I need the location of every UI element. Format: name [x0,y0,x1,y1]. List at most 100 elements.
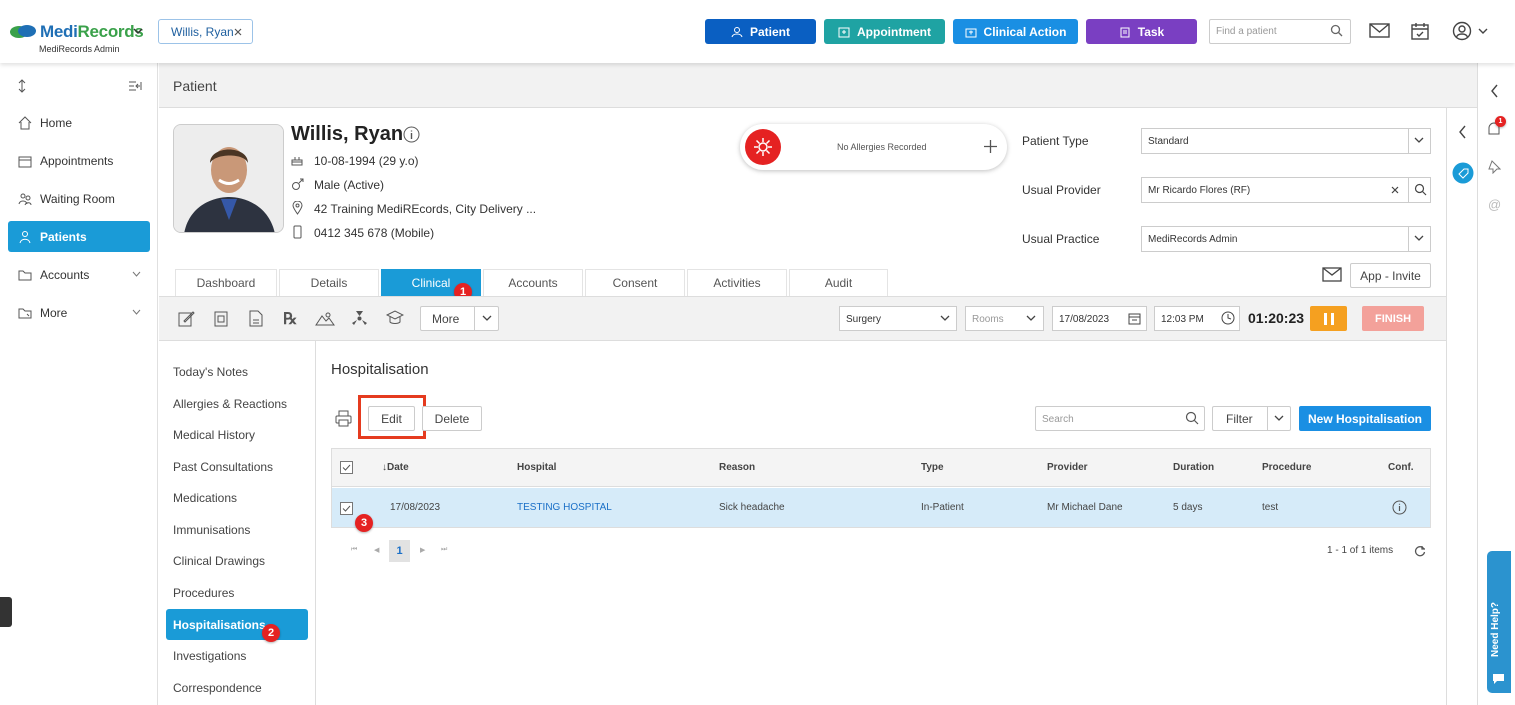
page-number[interactable]: 1 [389,540,410,562]
side-handle[interactable] [0,597,12,627]
select-all-checkbox[interactable] [340,461,353,474]
new-hospitalisation-button[interactable]: New Hospitalisation [1299,406,1431,431]
clock-icon[interactable] [1221,311,1235,325]
mountains-icon[interactable] [315,311,335,326]
collapse-menu-icon[interactable] [128,80,142,92]
calendar-check-icon[interactable] [1410,21,1430,41]
chevron-down-icon[interactable] [482,315,492,322]
sidebar-item-patients[interactable]: Patients [8,221,150,252]
tab-details[interactable]: Details [279,269,379,296]
col-duration[interactable]: Duration [1173,462,1214,473]
search-icon[interactable] [1185,411,1199,425]
cell-hospital-link[interactable]: TESTING HOSPITAL [517,502,612,513]
chevron-left-icon[interactable] [1490,84,1499,98]
tag-icon[interactable] [1452,162,1474,184]
search-icon[interactable] [1414,183,1427,196]
tab-accounts[interactable]: Accounts [483,269,583,296]
document-icon[interactable] [249,310,263,327]
chevron-down-icon[interactable] [1414,235,1424,242]
next-page-icon[interactable]: ▶ [420,546,425,554]
subnav-investigations[interactable]: Investigations [173,649,246,663]
edit-note-icon[interactable] [178,310,195,327]
mail-icon[interactable] [1322,267,1342,282]
folder-icon [18,270,32,280]
chevron-down-icon[interactable] [1026,315,1036,322]
row-checkbox[interactable] [340,502,353,515]
col-reason[interactable]: Reason [719,462,755,473]
account-icon[interactable] [1452,21,1472,41]
at-icon[interactable]: @ [1488,197,1501,212]
sidebar-item-appointments[interactable]: Appointments [8,145,150,176]
sidebar-item-more[interactable]: More [8,297,150,328]
first-page-icon[interactable]: ⏮ [351,546,357,554]
radiation-icon[interactable] [351,310,368,327]
app-invite-button[interactable]: App - Invite [1350,263,1431,288]
new-task-button[interactable]: Task [1086,19,1197,44]
calendar-icon[interactable] [1128,312,1141,325]
app-logo[interactable]: MediRecords [40,22,144,42]
allergies-status: No Allergies Recorded [837,142,927,152]
tab-activities[interactable]: Activities [687,269,787,296]
subnav-clinical-drawings[interactable]: Clinical Drawings [173,554,265,568]
search-input[interactable]: Search [1035,406,1205,431]
subnav-medical-history[interactable]: Medical History [173,428,255,442]
sidebar-item-accounts[interactable]: Accounts [8,259,150,290]
chevron-down-icon[interactable] [940,315,950,322]
clear-icon[interactable] [1391,186,1399,194]
tab-consent[interactable]: Consent [585,269,685,296]
tab-dashboard[interactable]: Dashboard [175,269,277,296]
graduation-cap-icon[interactable] [386,310,404,326]
pause-button[interactable] [1310,306,1347,331]
add-allergy-icon[interactable] [983,139,998,154]
col-provider[interactable]: Provider [1047,462,1088,473]
col-hospital[interactable]: Hospital [517,462,556,473]
refresh-icon[interactable] [1414,545,1426,557]
last-page-icon[interactable]: ⏭ [441,546,447,554]
chevron-down-icon[interactable] [133,27,143,35]
col-confidential[interactable]: Conf. [1388,462,1414,473]
mail-icon[interactable] [1369,22,1390,39]
new-appointment-button[interactable]: Appointment [824,19,945,44]
patient-photo[interactable] [173,124,284,233]
chevron-down-icon[interactable] [1478,27,1488,35]
subnav-past-consultations[interactable]: Past Consultations [173,460,273,474]
chevron-down-icon[interactable] [132,309,141,316]
subnav-immunisations[interactable]: Immunisations [173,523,250,537]
info-icon[interactable] [403,126,420,143]
subnav-allergies[interactable]: Allergies & Reactions [173,397,287,411]
sidebar-item-home[interactable]: Home [8,107,150,138]
print-icon[interactable] [335,410,352,427]
usual-practice-select[interactable]: MediRecords Admin [1141,226,1431,252]
close-icon[interactable] [234,28,242,36]
subnav-procedures[interactable]: Procedures [173,586,234,600]
col-date[interactable]: ↓Date [382,462,409,473]
prescription-pad-icon[interactable] [214,310,228,327]
usual-provider-select[interactable]: Mr Ricardo Flores (RF) [1141,177,1431,203]
delete-button[interactable]: Delete [422,406,482,431]
col-procedure[interactable]: Procedure [1262,462,1311,473]
chevron-down-icon[interactable] [1274,415,1284,422]
chevron-down-icon[interactable] [132,271,141,278]
mobile-phone-icon [293,225,302,239]
subnav-medications[interactable]: Medications [173,491,237,505]
col-type[interactable]: Type [921,462,944,473]
finish-button[interactable]: FINISH [1362,306,1424,331]
subnav-correspondence[interactable]: Correspondence [173,681,262,695]
rx-icon[interactable]: ℞ [283,309,297,329]
patient-type-select[interactable]: Standard [1141,128,1431,154]
chevron-down-icon[interactable] [1414,137,1424,144]
search-icon[interactable] [1330,24,1343,37]
clinical-action-button[interactable]: Clinical Action [953,19,1078,44]
resize-vertical-icon[interactable] [17,79,27,93]
chevron-left-icon[interactable] [1458,125,1467,139]
new-patient-button[interactable]: Patient [705,19,816,44]
info-icon[interactable] [1392,500,1407,515]
prev-page-icon[interactable]: ◀ [374,546,379,554]
divider [474,307,475,330]
pin-icon[interactable] [1487,160,1501,174]
tab-audit[interactable]: Audit [789,269,888,296]
sidebar-item-waiting-room[interactable]: Waiting Room [8,183,150,214]
edit-button[interactable]: Edit [368,406,415,431]
patient-dob: 10-08-1994 (29 y.o) [314,154,419,168]
subnav-todays-notes[interactable]: Today's Notes [173,365,248,379]
